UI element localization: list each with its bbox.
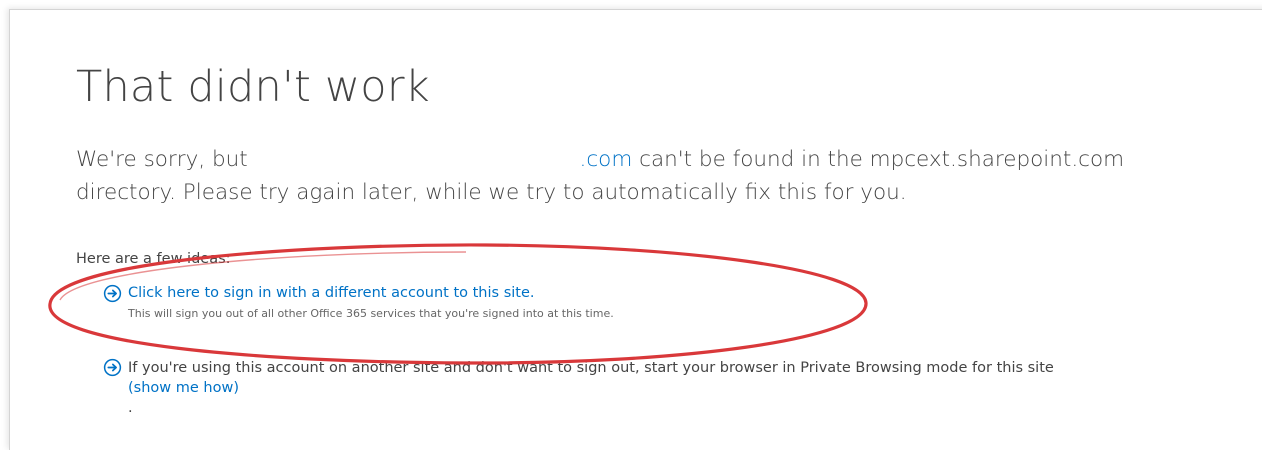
show-me-how-link[interactable]: (show me how) [128, 378, 1188, 398]
page-title: That didn't work [76, 62, 430, 112]
private-browsing-instruction: If you're using this account on another … [128, 360, 1054, 376]
sign-in-different-account-link[interactable]: Click here to sign in with a different a… [128, 284, 614, 303]
arrow-circle-right-icon[interactable] [103, 284, 122, 303]
error-message-intro: We're sorry, but [76, 147, 255, 172]
error-message-domain: .com [579, 147, 633, 172]
sign-out-warning-note: This will sign you out of all other Offi… [128, 307, 614, 320]
private-browsing-period: . [128, 400, 133, 416]
private-browsing-text: If you're using this account on another … [128, 358, 1188, 418]
idea-item-sign-in-different-account: Click here to sign in with a different a… [103, 284, 614, 322]
idea-item-private-browsing: If you're using this account on another … [103, 358, 1188, 418]
arrow-circle-right-icon [103, 358, 122, 377]
ideas-label: Here are a few ideas: [76, 251, 231, 267]
error-message: We're sorry, but .com can't be found in … [76, 143, 1196, 209]
